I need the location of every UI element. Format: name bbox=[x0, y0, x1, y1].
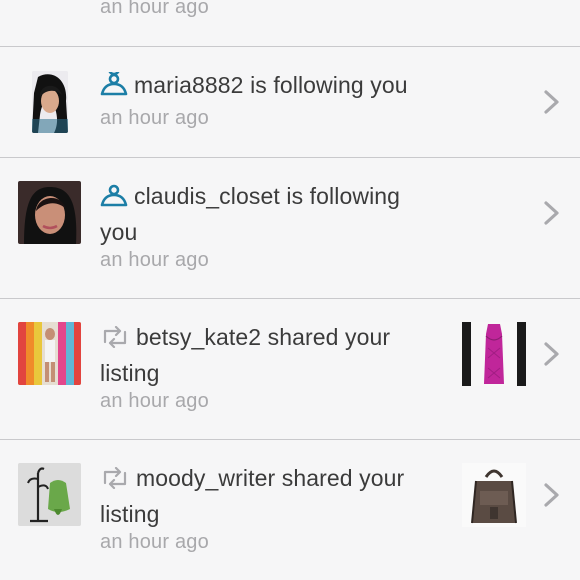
username-link[interactable]: moody_writer bbox=[136, 465, 275, 491]
person-icon bbox=[100, 62, 128, 105]
notification-message: is following bbox=[279, 183, 401, 209]
notification-text: maria8882 is following you bbox=[100, 62, 408, 105]
notification-row[interactable]: moody_writer shared your listing an hour … bbox=[0, 440, 580, 580]
username-link[interactable]: betsy_kate2 bbox=[136, 324, 261, 350]
avatar[interactable] bbox=[18, 463, 81, 526]
share-icon bbox=[100, 465, 130, 498]
chevron-right-icon[interactable] bbox=[543, 482, 561, 513]
avatar[interactable] bbox=[18, 181, 81, 244]
notification-message-continued: listing bbox=[100, 360, 160, 386]
notification-message-continued: you bbox=[100, 219, 138, 245]
notification-row[interactable]: claudis_closet is following you an hour a… bbox=[0, 158, 580, 299]
notification-time: an hour ago bbox=[100, 531, 209, 553]
username-link[interactable]: maria8882 bbox=[134, 72, 244, 98]
notification-message: shared your bbox=[261, 324, 391, 350]
notification-time: an hour ago bbox=[100, 390, 209, 412]
notification-message: shared your bbox=[275, 465, 405, 491]
notification-message: is following you bbox=[243, 72, 408, 98]
notification-row[interactable]: maria8882 is following you an hour ago bbox=[0, 47, 580, 158]
chevron-right-icon[interactable] bbox=[543, 200, 561, 231]
notification-text: betsy_kate2 shared your listing bbox=[100, 321, 390, 390]
notification-row[interactable]: an hour ago bbox=[0, 0, 580, 47]
share-icon bbox=[100, 324, 130, 357]
notification-text: claudis_closet is following you bbox=[100, 180, 400, 249]
chevron-right-icon[interactable] bbox=[543, 89, 561, 120]
notification-row[interactable]: betsy_kate2 shared your listing an hour a… bbox=[0, 299, 580, 440]
listing-thumbnail[interactable] bbox=[462, 463, 526, 532]
avatar[interactable] bbox=[18, 322, 81, 385]
notification-text: moody_writer shared your listing bbox=[100, 462, 404, 531]
notification-message-continued: listing bbox=[100, 501, 160, 527]
person-icon bbox=[100, 183, 128, 216]
notification-time: an hour ago bbox=[100, 107, 209, 129]
notification-time: an hour ago bbox=[100, 0, 209, 18]
notification-feed: an hour ago maria8882 is following you a… bbox=[0, 0, 580, 580]
username-link[interactable]: claudis_closet bbox=[134, 183, 280, 209]
notification-time: an hour ago bbox=[100, 249, 209, 271]
chevron-right-icon[interactable] bbox=[543, 341, 561, 372]
listing-thumbnail[interactable] bbox=[462, 322, 526, 391]
avatar[interactable] bbox=[32, 71, 68, 133]
